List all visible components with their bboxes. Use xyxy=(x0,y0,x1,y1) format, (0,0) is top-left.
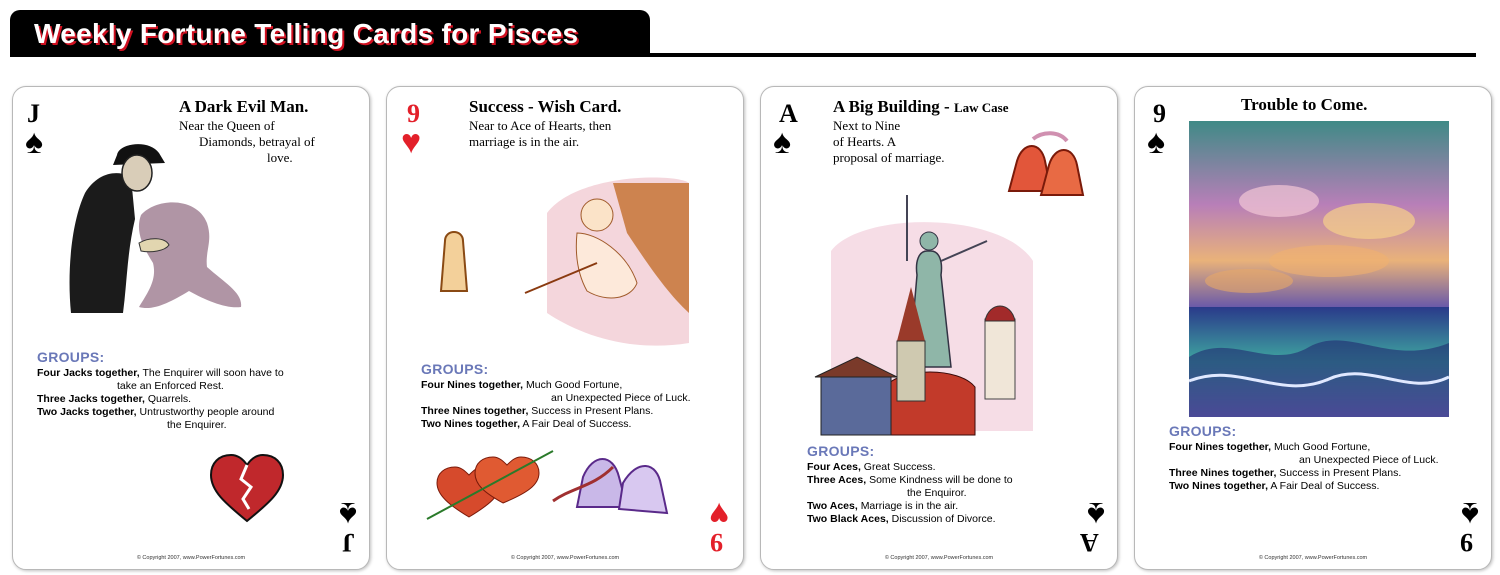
groups-list: Four Nines together, Much Good Fortune, … xyxy=(1169,441,1489,493)
hearts-and-bells-illustration xyxy=(426,450,669,520)
dark-man-illustration xyxy=(69,144,242,313)
heart-icon: ♥ xyxy=(708,495,729,533)
card-title: A Dark Evil Man. xyxy=(179,97,309,116)
group-rule: Four Nines together, Much Good Fortune, xyxy=(421,379,623,391)
card-copyright: © Copyright 2007, www.PowerFortunes.com xyxy=(1258,555,1368,561)
group-rule: Four Aces, Great Success. xyxy=(807,461,936,473)
group-rule: Two Nines together, A Fair Deal of Succe… xyxy=(1169,480,1380,492)
card-title: Success - Wish Card. xyxy=(469,97,622,116)
groups-heading: GROUPS: xyxy=(807,443,875,459)
group-rule: Three Nines together, Success in Present… xyxy=(1169,467,1402,479)
page-title: Weekly Fortune Telling Cards for Pisces xyxy=(34,18,579,49)
group-rule: Two Aces, Marriage is in the air. xyxy=(807,500,959,512)
groups-list: Four Nines together, Much Good Fortune, … xyxy=(421,379,741,431)
group-rule: Three Aces, Some Kindness will be done t… xyxy=(807,474,1013,486)
groups-heading: GROUPS: xyxy=(421,361,489,377)
group-rule: Two Nines together, A Fair Deal of Succe… xyxy=(421,418,632,430)
justice-statue-building-illustration xyxy=(814,195,1033,436)
stormy-sea-illustration xyxy=(1189,121,1449,417)
card-title: Trouble to Come. xyxy=(1241,95,1368,114)
card-copyright: © Copyright 2007, www.PowerFortunes.com xyxy=(510,555,620,561)
spade-icon: ♠ xyxy=(25,123,44,161)
card-description: Next to Nine of Hearts. A proposal of ma… xyxy=(833,118,945,165)
group-rule: Four Nines together, Much Good Fortune, xyxy=(1169,441,1371,453)
spade-icon: ♠ xyxy=(1147,123,1166,161)
group-rule: Two Jacks together, Untrustworthy people… xyxy=(37,406,275,418)
broken-heart-icon xyxy=(209,453,285,523)
page-banner: Weekly Fortune Telling Cards for Pisces xyxy=(10,10,650,56)
card-nine-of-spades[interactable]: 9 ♠ Trouble to Come. GROUPS: Four Nines … xyxy=(1134,86,1492,570)
card-ace-of-spades[interactable]: A ♠ A Big Building - Law Case Next to Ni… xyxy=(760,86,1118,570)
banner-underline xyxy=(10,53,1476,57)
group-rule: Three Jacks together, Quarrels. xyxy=(37,393,192,405)
spade-icon: ♠ xyxy=(338,495,357,533)
card-description: Near to Ace of Hearts, then marriage is … xyxy=(469,118,612,149)
groups-list: Four Aces, Great Success. Three Aces, So… xyxy=(807,461,1107,526)
spade-icon: ♠ xyxy=(1460,495,1479,533)
card-jack-of-spades[interactable]: J ♠ A Dark Evil Man. Near the Queen of D… xyxy=(12,86,370,570)
heart-icon: ♥ xyxy=(401,123,422,161)
spade-icon: ♠ xyxy=(1086,495,1105,533)
groups-list: Four Jacks together, The Enquirer will s… xyxy=(37,367,357,432)
group-rule: Two Black Aces, Discussion of Divorce. xyxy=(807,513,996,525)
group-rule: Four Jacks together, The Enquirer will s… xyxy=(37,367,284,379)
card-subtitle: Law Case xyxy=(953,100,1009,115)
card-copyright: © Copyright 2007, www.PowerFortunes.com xyxy=(136,555,246,561)
group-rule: Three Nines together, Success in Present… xyxy=(421,405,654,417)
groups-heading: GROUPS: xyxy=(37,349,105,365)
groups-heading: GROUPS: xyxy=(1169,423,1237,439)
card-nine-of-hearts[interactable]: 9 ♥ Success - Wish Card. Near to Ace of … xyxy=(386,86,744,570)
card-copyright: © Copyright 2007, www.PowerFortunes.com xyxy=(884,555,994,561)
card-title: A Big Building - Law Case xyxy=(833,97,1009,116)
spade-icon: ♠ xyxy=(773,123,792,161)
cupid-illustration xyxy=(439,177,689,346)
